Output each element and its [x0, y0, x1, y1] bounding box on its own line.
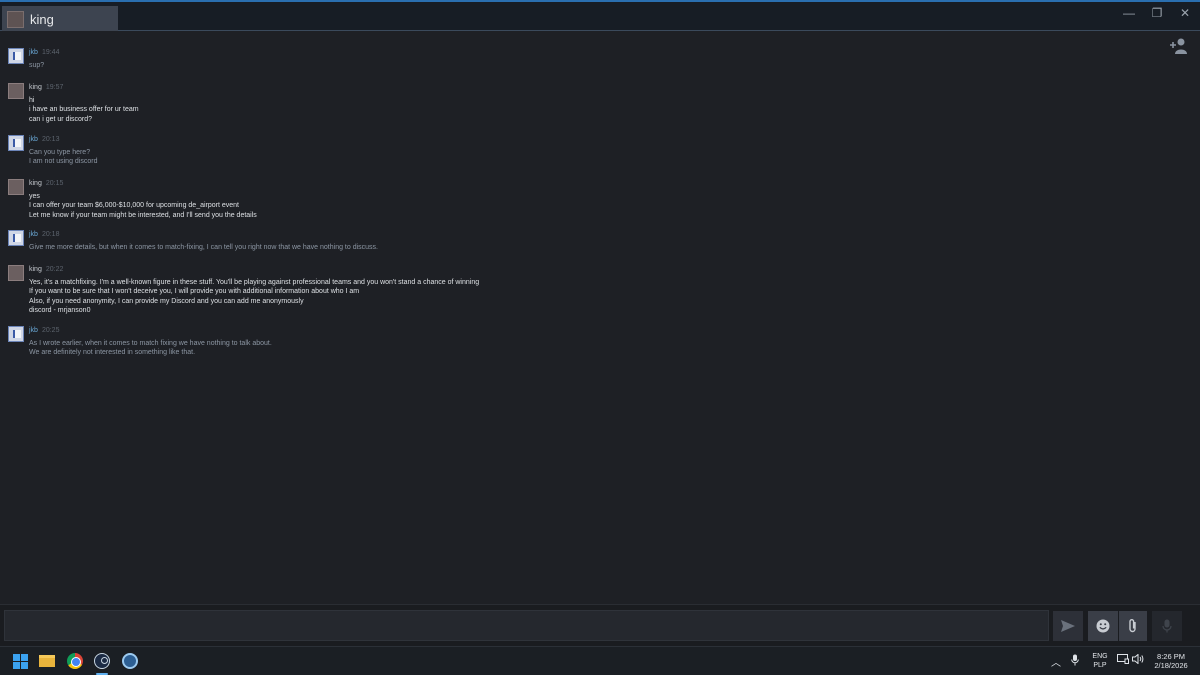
taskbar-clock[interactable]: 8:26 PM 2/18/2026	[1146, 652, 1196, 670]
add-friend-icon[interactable]	[1168, 37, 1188, 55]
author-name[interactable]: jkb	[29, 327, 38, 334]
message-text: Yes, it's a matchfixing. I'm a well-know…	[29, 279, 480, 286]
avatar[interactable]	[8, 135, 24, 151]
volume-icon[interactable]	[1132, 653, 1144, 667]
send-button[interactable]	[1053, 611, 1083, 641]
steam-button[interactable]	[93, 652, 111, 670]
message-time: 20:15	[45, 180, 64, 187]
paperclip-icon	[1129, 619, 1136, 633]
show-hidden-icons-icon[interactable]: ︿	[1051, 654, 1061, 669]
message-composer	[0, 604, 1200, 646]
app-button[interactable]	[121, 652, 139, 670]
message-time: 19:44	[41, 49, 60, 56]
message-time: 20:25	[41, 327, 60, 334]
author-name[interactable]: king	[29, 84, 42, 91]
windows-taskbar: ︿ ENG PLP 8:26 PM 2/18/2026	[0, 646, 1200, 675]
message-text: Can you type here?	[29, 149, 91, 156]
language-primary: ENG	[1092, 653, 1108, 660]
message-time: 20:22	[45, 266, 64, 273]
message-text: I can offer your team $6,000-$10,000 for…	[29, 202, 240, 210]
window-controls: — ❐ ✕	[1122, 6, 1192, 20]
author-name[interactable]: jkb	[29, 49, 38, 56]
message-text: can i get ur discord?	[29, 115, 93, 123]
chat-window-titlebar: king — ❐ ✕	[0, 0, 1200, 32]
avatar[interactable]	[8, 265, 24, 281]
avatar[interactable]	[8, 83, 24, 99]
message-time: 20:18	[41, 231, 60, 238]
chrome-button[interactable]	[66, 652, 84, 670]
author-name[interactable]: king	[29, 266, 42, 273]
tab-title: king	[30, 11, 54, 27]
close-button[interactable]: ✕	[1178, 6, 1192, 20]
avatar[interactable]	[8, 179, 24, 195]
message-time: 19:57	[45, 84, 64, 91]
steam-icon	[94, 653, 110, 669]
message-text: Give me more details, but when it comes …	[29, 244, 379, 251]
voice-button[interactable]	[1152, 611, 1182, 641]
message-text: sup?	[29, 62, 45, 69]
message-text: As I wrote earlier, when it comes to mat…	[29, 340, 272, 347]
chat-history[interactable]: jkb 19:44 sup? king 19:57 hi i have an bus…	[0, 31, 1200, 604]
author-name[interactable]: jkb	[29, 231, 38, 238]
message-text: If you want to be sure that I won't dece…	[29, 288, 360, 296]
message-input[interactable]	[4, 610, 1049, 641]
start-button[interactable]	[11, 652, 29, 670]
message-text: hi	[29, 97, 35, 104]
emoji-icon	[1096, 619, 1110, 633]
emoji-button[interactable]	[1088, 611, 1118, 641]
clock-time: 8:26 PM	[1157, 652, 1185, 661]
microphone-tray-icon[interactable]	[1071, 654, 1079, 669]
author-name[interactable]: jkb	[29, 136, 38, 143]
attach-button[interactable]	[1119, 611, 1147, 641]
restore-button[interactable]: ❐	[1150, 6, 1164, 20]
message-text: Let me know if your team might be intere…	[29, 211, 257, 219]
network-icon[interactable]	[1117, 654, 1129, 667]
windows-logo-icon	[12, 653, 28, 669]
tab-avatar	[7, 10, 24, 28]
app-icon	[122, 653, 138, 669]
author-name[interactable]: king	[29, 180, 42, 187]
message-text: yes	[29, 193, 40, 200]
message-text: We are definitely not interested in some…	[29, 349, 196, 357]
chrome-icon	[67, 653, 83, 669]
language-secondary: PLP	[1093, 662, 1107, 669]
microphone-icon	[1162, 619, 1172, 633]
file-explorer-button[interactable]	[38, 652, 56, 670]
avatar[interactable]	[8, 48, 24, 64]
avatar[interactable]	[8, 326, 24, 342]
chat-tab-king[interactable]: king	[2, 6, 118, 32]
send-icon	[1061, 620, 1075, 632]
minimize-button[interactable]: —	[1122, 6, 1136, 20]
input-language[interactable]: ENG PLP	[1090, 652, 1110, 670]
message-text: discord - mrjanson0	[29, 306, 91, 314]
message-text: I am not using discord	[29, 158, 98, 166]
clock-date: 2/18/2026	[1154, 661, 1188, 670]
message-text: i have an business offer for ur team	[29, 106, 139, 114]
avatar[interactable]	[8, 230, 24, 246]
message-text: Also, if you need anonymity, I can provi…	[29, 297, 304, 305]
message-time: 20:13	[41, 136, 60, 143]
folder-icon	[39, 655, 55, 667]
